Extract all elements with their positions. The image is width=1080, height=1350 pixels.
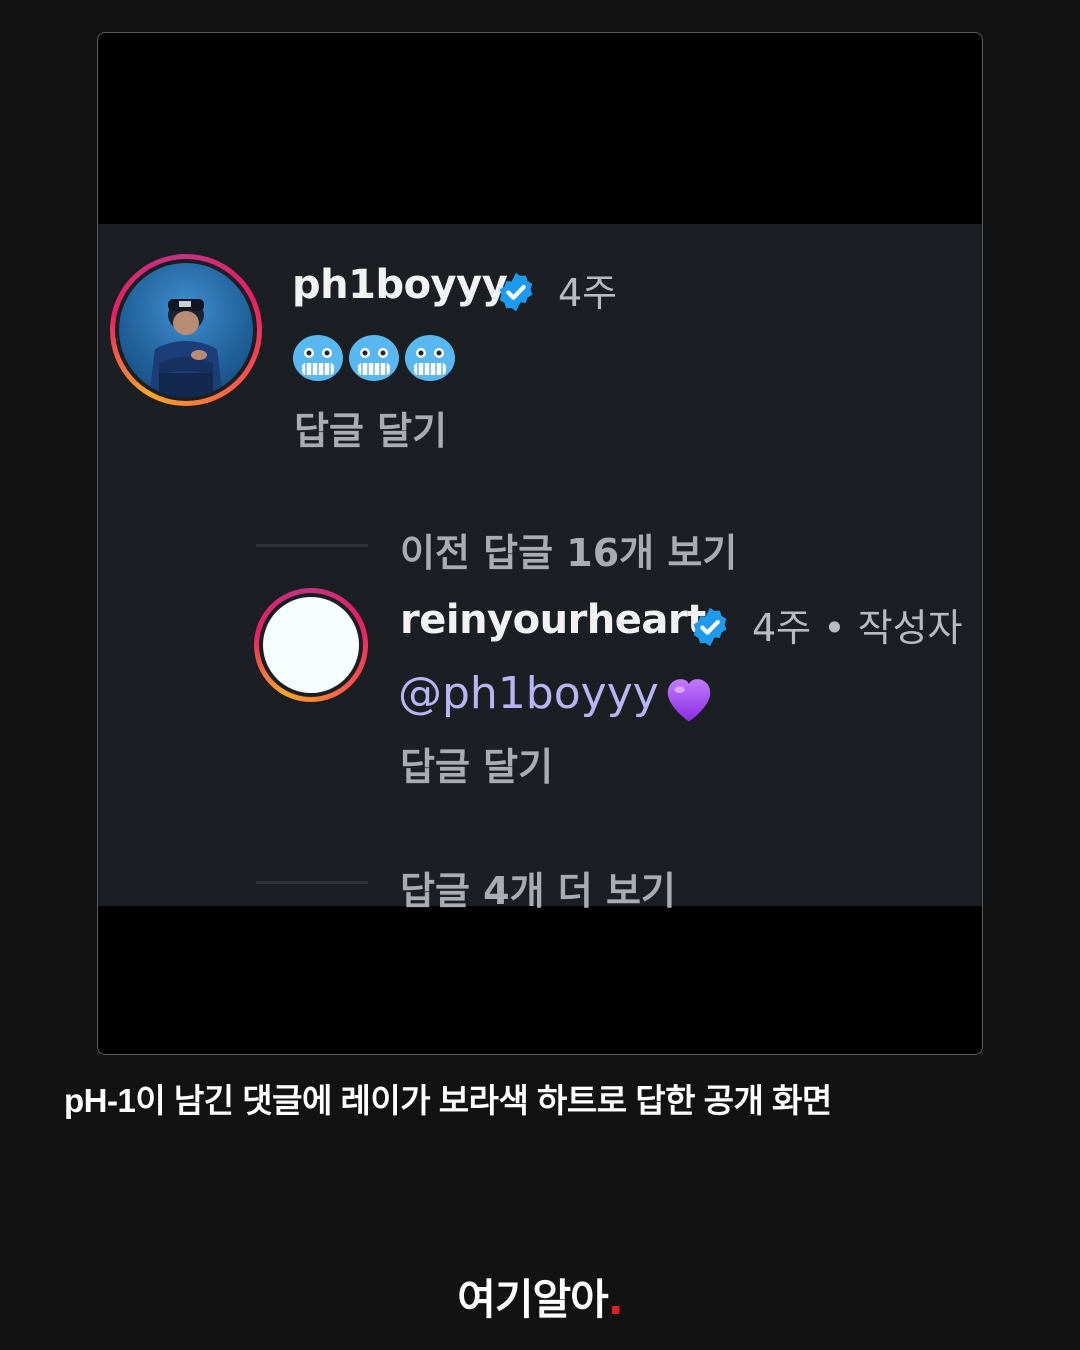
- cold-face-icon: [349, 335, 399, 381]
- view-more-replies-button[interactable]: 답글 4개 더 보기: [400, 860, 676, 915]
- thread-line: [256, 881, 368, 884]
- avatar-photo: [119, 263, 253, 397]
- verified-badge-icon: [499, 272, 533, 312]
- reply-button[interactable]: 답글 달기: [400, 736, 553, 791]
- brand-logo: 여기알아.: [0, 1266, 1080, 1327]
- comments-panel: ph1boyyy 4주 답글 달기 이전 답글 16개 보기 reinyourh…: [98, 224, 982, 913]
- thread-line: [256, 544, 368, 547]
- image-caption: pH-1이 남긴 댓글에 레이가 보라색 하트로 답한 공개 화면: [64, 1082, 832, 1119]
- brand-dot: .: [607, 1275, 624, 1324]
- person-photo-icon: [149, 299, 223, 397]
- cold-face-icon: [405, 335, 455, 381]
- brand-name: 여기알아: [457, 1275, 609, 1324]
- ph1boyyy-avatar[interactable]: [110, 254, 262, 406]
- view-previous-replies-button[interactable]: 이전 답글 16개 보기: [400, 522, 737, 577]
- comment-username[interactable]: ph1boyyy: [292, 262, 508, 308]
- comment-meta: 4주 • 작성자: [752, 606, 963, 650]
- screenshot-frame: ph1boyyy 4주 답글 달기 이전 답글 16개 보기 reinyourh…: [97, 32, 983, 1055]
- reinyourheart-avatar[interactable]: [254, 588, 368, 702]
- purple-heart-icon: [667, 679, 711, 722]
- cold-face-icon: [293, 335, 343, 381]
- mention-link[interactable]: @ph1boyyy: [398, 668, 659, 719]
- avatar-photo: [263, 597, 359, 693]
- comment-time: 4주: [558, 271, 618, 315]
- reply-button[interactable]: 답글 달기: [294, 400, 447, 455]
- cold-face-emoji-row: [292, 332, 462, 382]
- comment-username[interactable]: reinyourheart: [400, 597, 706, 643]
- verified-badge-icon: [693, 607, 727, 647]
